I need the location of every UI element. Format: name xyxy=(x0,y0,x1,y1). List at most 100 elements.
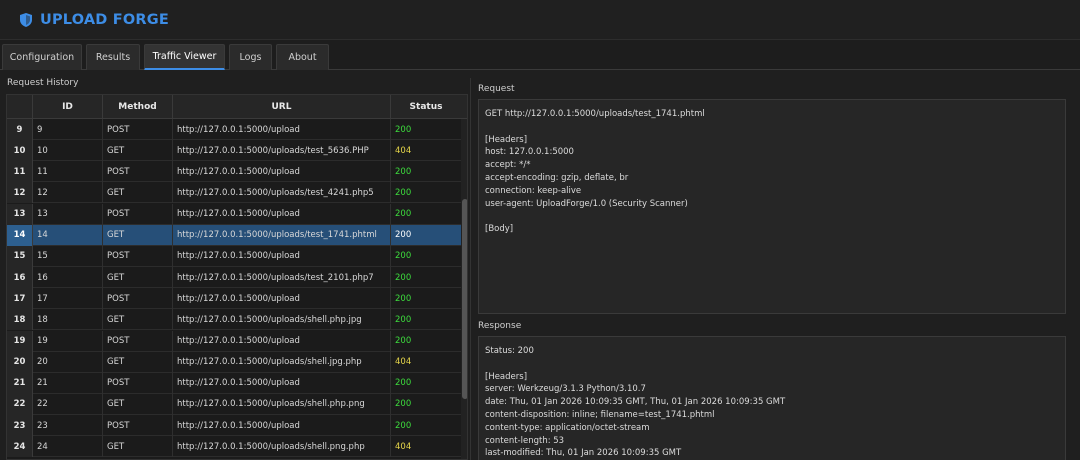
row-number[interactable]: 23 xyxy=(7,415,33,437)
row-number[interactable]: 16 xyxy=(7,267,33,289)
row-number[interactable]: 19 xyxy=(7,330,33,352)
row-number[interactable]: 17 xyxy=(7,288,33,310)
cell-method: GET xyxy=(103,436,173,458)
table-row[interactable]: 9 9 POST http://127.0.0.1:5000/upload 200 xyxy=(7,119,467,140)
cell-status: 200 xyxy=(395,420,412,431)
cell-status: 200 xyxy=(395,378,412,389)
table-row[interactable]: 19 19 POST http://127.0.0.1:5000/upload 200 xyxy=(7,330,467,352)
column-header-status[interactable]: Status xyxy=(391,95,461,119)
scroll-thumb[interactable] xyxy=(462,199,467,399)
cell-id: 19 xyxy=(33,330,103,352)
table-row[interactable]: 10 10 GET http://127.0.0.1:5000/uploads/tes… xyxy=(7,140,467,162)
table-row[interactable]: 13 13 POST http://127.0.0.1:5000/upload 200 xyxy=(7,203,467,225)
cell-id: 9 xyxy=(33,119,103,140)
cell-method: GET xyxy=(103,182,173,204)
cell-url: http://127.0.0.1:5000/upload xyxy=(173,415,391,437)
cell-method: GET xyxy=(103,393,173,415)
cell-id: 21 xyxy=(33,372,103,394)
app-window: UPLOAD FORGE Configuration Results Traff… xyxy=(0,0,1080,460)
table-row[interactable]: 17 17 POST http://127.0.0.1:5000/upload 200 xyxy=(7,288,467,310)
app-title: UPLOAD FORGE xyxy=(40,11,169,28)
cell-id: 23 xyxy=(33,415,103,437)
column-header-url[interactable]: URL xyxy=(173,95,391,119)
tab-traffic-viewer[interactable]: Traffic Viewer xyxy=(144,44,225,70)
row-number[interactable]: 14 xyxy=(7,224,33,246)
cell-url: http://127.0.0.1:5000/uploads/shell.php.… xyxy=(173,393,391,415)
row-number[interactable]: 15 xyxy=(7,245,33,267)
table-row[interactable]: 21 21 POST http://127.0.0.1:5000/upload 200 xyxy=(7,372,467,394)
table-row[interactable]: 23 23 POST http://127.0.0.1:5000/upload 200 xyxy=(7,415,467,437)
cell-id: 16 xyxy=(33,267,103,289)
tab-label: Configuration xyxy=(9,52,75,63)
cell-id: 20 xyxy=(33,351,103,373)
cell-status: 200 xyxy=(395,187,412,198)
cell-url: http://127.0.0.1:5000/uploads/shell.png.… xyxy=(173,436,391,458)
table-row[interactable]: 11 11 POST http://127.0.0.1:5000/upload 200 xyxy=(7,161,467,183)
table-row[interactable]: 24 24 GET http://127.0.0.1:5000/uploads/she… xyxy=(7,436,467,458)
pane-splitter[interactable] xyxy=(470,78,471,460)
request-history-label: Request History xyxy=(7,78,79,88)
table-scrollbar[interactable] xyxy=(461,119,467,459)
cell-status: 200 xyxy=(395,272,412,283)
row-number[interactable]: 24 xyxy=(7,436,33,458)
cell-url: http://127.0.0.1:5000/uploads/shell.jpg.… xyxy=(173,351,391,373)
response-label: Response xyxy=(478,321,522,331)
cell-url: http://127.0.0.1:5000/uploads/test_1741.… xyxy=(173,224,391,246)
cell-method: POST xyxy=(103,372,173,394)
table-row[interactable]: 20 20 GET http://127.0.0.1:5000/uploads/she… xyxy=(7,351,467,373)
tab-results[interactable]: Results xyxy=(86,44,140,70)
table-row[interactable]: 15 15 POST http://127.0.0.1:5000/upload 200 xyxy=(7,245,467,267)
row-number[interactable]: 20 xyxy=(7,351,33,373)
table-row[interactable]: 16 16 GET http://127.0.0.1:5000/uploads/tes… xyxy=(7,267,467,289)
cell-url: http://127.0.0.1:5000/uploads/test_2101.… xyxy=(173,267,391,289)
row-number[interactable]: 18 xyxy=(7,309,33,331)
request-pane[interactable]: GET http://127.0.0.1:5000/uploads/test_1… xyxy=(478,99,1066,314)
cell-id: 15 xyxy=(33,245,103,267)
cell-method: POST xyxy=(103,119,173,140)
tab-about[interactable]: About xyxy=(276,44,329,70)
row-number[interactable]: 9 xyxy=(7,119,33,140)
cell-id: 14 xyxy=(33,224,103,246)
cell-id: 10 xyxy=(33,140,103,162)
cell-url: http://127.0.0.1:5000/uploads/test_4241.… xyxy=(173,182,391,204)
tab-configuration[interactable]: Configuration xyxy=(2,44,82,70)
cell-status: 200 xyxy=(395,293,412,304)
table-row[interactable]: 22 22 GET http://127.0.0.1:5000/uploads/she… xyxy=(7,393,467,415)
cell-method: POST xyxy=(103,203,173,225)
tab-logs[interactable]: Logs xyxy=(229,44,272,70)
cell-id: 12 xyxy=(33,182,103,204)
row-number[interactable]: 10 xyxy=(7,140,33,162)
cell-url: http://127.0.0.1:5000/uploads/test_5636.… xyxy=(173,140,391,162)
cell-url: http://127.0.0.1:5000/upload xyxy=(173,330,391,352)
cell-status: 200 xyxy=(395,336,412,346)
cell-status: 200 xyxy=(395,399,412,410)
table-row[interactable]: 12 12 GET http://127.0.0.1:5000/uploads/tes… xyxy=(7,182,467,204)
cell-method: POST xyxy=(103,288,173,310)
cell-url: http://127.0.0.1:5000/upload xyxy=(173,372,391,394)
cell-status: 200 xyxy=(395,209,412,220)
row-number[interactable]: 11 xyxy=(7,161,33,183)
column-header-id[interactable]: ID xyxy=(33,95,103,119)
cell-status: 200 xyxy=(395,166,412,177)
cell-id: 13 xyxy=(33,203,103,225)
corner-header xyxy=(7,95,33,119)
cell-status: 200 xyxy=(395,124,412,135)
cell-status: 404 xyxy=(395,145,412,156)
response-pane[interactable]: Status: 200 [Headers] server: Werkzeug/3… xyxy=(478,336,1066,460)
tab-label: About xyxy=(288,52,317,63)
cell-url: http://127.0.0.1:5000/uploads/shell.php.… xyxy=(173,309,391,331)
request-history-table: ID Method URL Status 9 9 POST http://127.0.… xyxy=(6,94,468,460)
cell-method: GET xyxy=(103,224,173,246)
cell-status: 404 xyxy=(395,357,412,368)
row-number[interactable]: 12 xyxy=(7,182,33,204)
row-number[interactable]: 21 xyxy=(7,372,33,394)
cell-method: POST xyxy=(103,161,173,183)
table-row[interactable]: 14 14 GET http://127.0.0.1:5000/uploads/tes… xyxy=(7,224,467,246)
cell-method: GET xyxy=(103,267,173,289)
cell-id: 11 xyxy=(33,161,103,183)
table-row[interactable]: 18 18 GET http://127.0.0.1:5000/uploads/she… xyxy=(7,309,467,331)
row-number[interactable]: 13 xyxy=(7,203,33,225)
column-header-method[interactable]: Method xyxy=(103,95,173,119)
title-bar: UPLOAD FORGE xyxy=(0,0,1080,40)
row-number[interactable]: 22 xyxy=(7,393,33,415)
